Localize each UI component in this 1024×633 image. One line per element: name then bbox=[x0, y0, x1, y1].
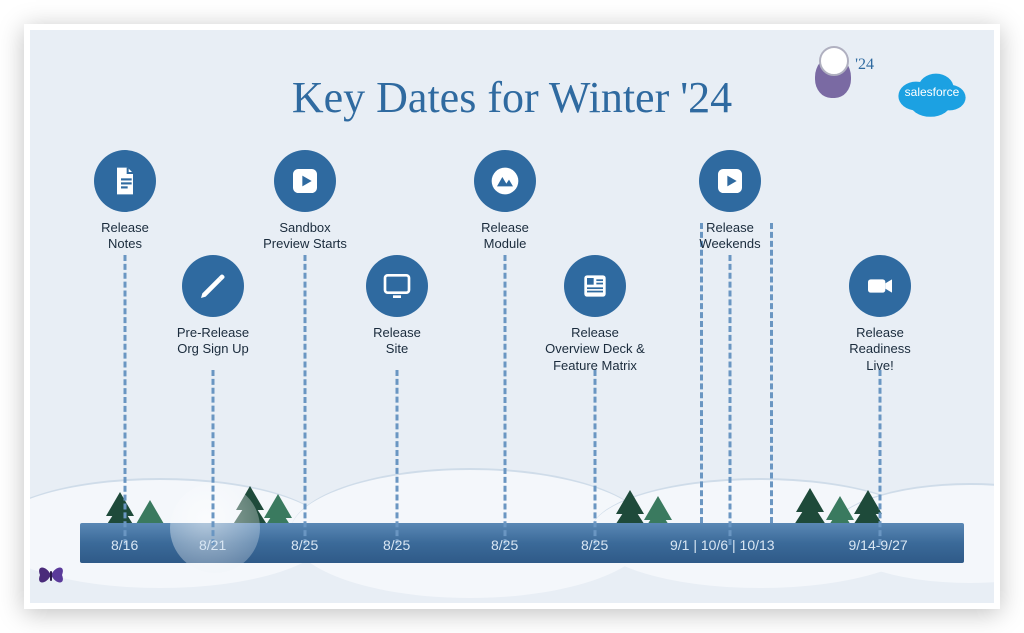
date-label: 8/25 bbox=[581, 537, 608, 553]
date-label: 8/25 bbox=[383, 537, 410, 553]
connector-line bbox=[396, 370, 399, 545]
salesforce-logo: salesforce bbox=[890, 64, 974, 120]
connector-line bbox=[879, 370, 882, 545]
milestone-label: ReleaseModule bbox=[450, 220, 560, 253]
date-label: 8/25 bbox=[491, 537, 518, 553]
pencil-icon bbox=[182, 255, 244, 317]
date-label: 8/25 bbox=[291, 537, 318, 553]
play-icon bbox=[274, 150, 336, 212]
milestone-label: Pre-ReleaseOrg Sign Up bbox=[158, 325, 268, 358]
milestone-overview-deck: ReleaseOverview Deck &Feature Matrix bbox=[540, 255, 650, 374]
connector-line bbox=[729, 255, 732, 545]
video-icon bbox=[849, 255, 911, 317]
grid-icon bbox=[564, 255, 626, 317]
connector-line bbox=[594, 370, 597, 545]
milestone-label: Release ReadinessLive! bbox=[825, 325, 935, 374]
milestone-label: ReleaseSite bbox=[342, 325, 452, 358]
milestone-release-notes: ReleaseNotes bbox=[70, 150, 180, 253]
date-label: 8/21 bbox=[199, 537, 226, 553]
weekend-line-1 bbox=[700, 223, 703, 523]
connector-line bbox=[212, 370, 215, 545]
milestone-release-site: ReleaseSite bbox=[342, 255, 452, 358]
play-icon bbox=[699, 150, 761, 212]
connector-line bbox=[304, 255, 307, 545]
release-year: '24 bbox=[855, 56, 874, 74]
card-frame: Key Dates for Winter '24 '24 salesforce bbox=[24, 24, 1000, 609]
moon-glow bbox=[170, 483, 260, 573]
milestone-label: SandboxPreview Starts bbox=[250, 220, 360, 253]
milestone-label: ReleaseNotes bbox=[70, 220, 180, 253]
milestone-label: ReleaseWeekends bbox=[675, 220, 785, 253]
milestone-readiness-live: Release ReadinessLive! bbox=[825, 255, 935, 374]
milestone-sandbox-preview: SandboxPreview Starts bbox=[250, 150, 360, 253]
milestone-pre-release-org: Pre-ReleaseOrg Sign Up bbox=[158, 255, 268, 358]
milestone-release-weekends: ReleaseWeekends bbox=[675, 150, 785, 253]
mascot-icon bbox=[815, 56, 851, 98]
weekend-line-3 bbox=[770, 223, 773, 523]
connector-line bbox=[504, 255, 507, 545]
milestone-label: ReleaseOverview Deck &Feature Matrix bbox=[540, 325, 650, 374]
monitor-icon bbox=[366, 255, 428, 317]
date-label: 9/14-9/27 bbox=[849, 537, 908, 553]
connector-line bbox=[124, 255, 127, 545]
date-label: 9/1 | 10/6 | 10/13 bbox=[670, 537, 775, 553]
winter24-badge: '24 bbox=[814, 56, 874, 116]
butterfly-icon bbox=[36, 563, 66, 587]
trailhead-icon bbox=[474, 150, 536, 212]
page-title: Key Dates for Winter '24 bbox=[292, 72, 732, 123]
date-label: 8/16 bbox=[111, 537, 138, 553]
document-icon bbox=[94, 150, 156, 212]
canvas: Key Dates for Winter '24 '24 salesforce bbox=[30, 30, 994, 603]
milestone-release-module: ReleaseModule bbox=[450, 150, 560, 253]
salesforce-label: salesforce bbox=[905, 85, 960, 99]
